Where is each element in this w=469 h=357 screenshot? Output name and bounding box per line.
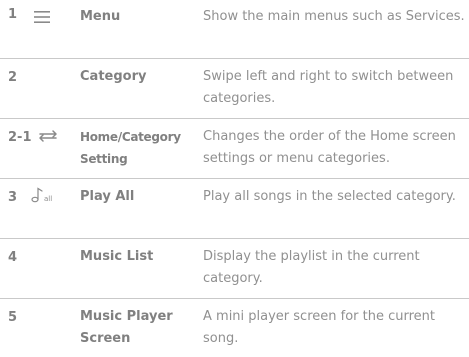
feature-name: Home/Category Setting xyxy=(80,130,181,166)
reorder-icon xyxy=(35,128,61,144)
feature-description: Play all songs in the selected category. xyxy=(203,189,456,204)
row-number: 5 xyxy=(8,310,18,325)
feature-name: Music Player Screen xyxy=(80,309,173,346)
feature-name: Music List xyxy=(80,249,154,264)
menu-icon xyxy=(30,10,54,24)
feature-description: Show the main menus such as Services. xyxy=(203,9,465,24)
table-row: 4 Music List Display the playlist in the… xyxy=(0,238,469,299)
table-row: 3 all Play All Play all songs in the sel… xyxy=(0,178,469,239)
table-row: 1 Menu Show the main menus such as Servi… xyxy=(0,0,469,59)
feature-description: A mini player screen for the current son… xyxy=(203,309,436,346)
table-row: 2 Category Swipe left and right to switc… xyxy=(0,58,469,119)
row-number: 2 xyxy=(8,70,18,85)
table-row: 2-1 Home/Category Setting Changes the or… xyxy=(0,118,469,179)
feature-name: Menu xyxy=(80,9,121,24)
row-number: 4 xyxy=(8,250,18,265)
svg-text:all: all xyxy=(44,195,52,203)
feature-name: Play All xyxy=(80,189,135,204)
feature-description: Display the playlist in the current cate… xyxy=(203,249,420,286)
feature-description: Swipe left and right to switch between c… xyxy=(203,69,454,106)
feature-description: Changes the order of the Home screen set… xyxy=(203,129,456,166)
table-row: 5 Music Player Screen A mini player scre… xyxy=(0,298,469,357)
play-all-icon: all xyxy=(30,187,58,203)
row-number: 2-1 xyxy=(8,130,32,145)
feature-name: Category xyxy=(80,69,147,84)
row-number: 1 xyxy=(8,7,18,22)
row-number: 3 xyxy=(8,190,18,205)
